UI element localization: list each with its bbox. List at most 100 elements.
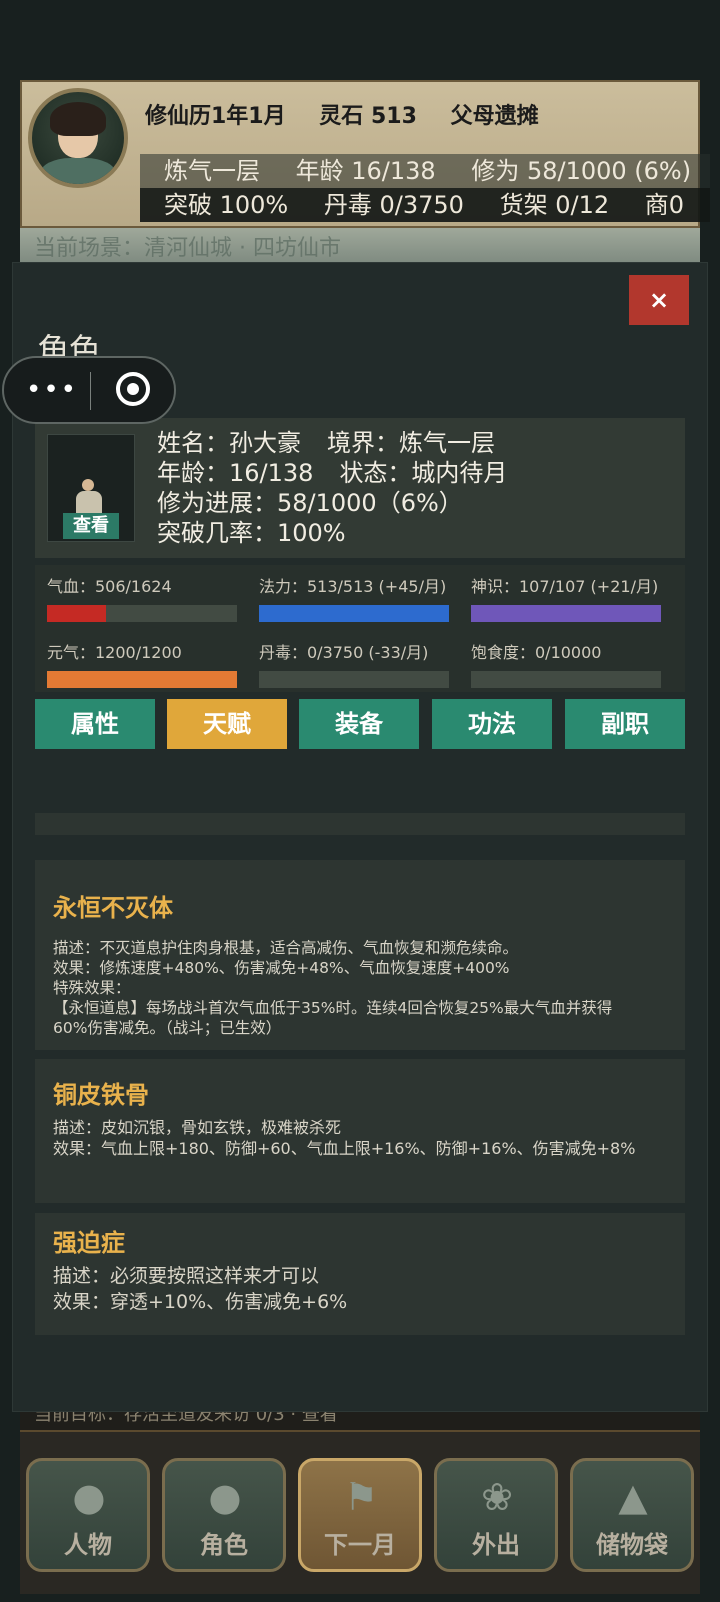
character-breakthrough-rate: 突破几率：100% bbox=[157, 519, 346, 547]
hud-row-date: 修仙历1年1月 灵石 513 父母遗摊 bbox=[145, 98, 565, 130]
nav-label: 角色 bbox=[200, 1531, 248, 1559]
stat-label: 神识：107/107 (+21/月) bbox=[471, 577, 659, 596]
more-options-icon[interactable]: ••• bbox=[26, 376, 78, 404]
tab-techniques[interactable]: 功法 bbox=[432, 699, 552, 749]
stat-hp: 气血：506/1624 bbox=[47, 573, 237, 622]
talent-card: 强迫症 描述：必须要按照这样来才可以 效果：穿透+10%、伤害减免+6% bbox=[35, 1213, 685, 1335]
hud-shelf: 货架 0/12 bbox=[499, 191, 610, 219]
character-portrait: 查看 bbox=[47, 434, 135, 542]
stat-bar bbox=[471, 605, 661, 622]
nav-label: 下一月 bbox=[324, 1531, 396, 1559]
talent-name: 铜皮铁骨 bbox=[53, 1081, 149, 1109]
talent-line: 描述：必须要按照这样来才可以 bbox=[53, 1265, 320, 1287]
view-button[interactable]: 查看 bbox=[63, 513, 119, 539]
avatar-robe bbox=[40, 158, 116, 184]
tab-bar: 属性 天赋 装备 功法 副职 bbox=[35, 699, 685, 749]
stat-bar bbox=[259, 605, 449, 622]
talent-description: 描述：必须要按照这样来才可以 效果：穿透+10%、伤害减免+6% bbox=[53, 1263, 673, 1315]
talent-name: 永恒不灭体 bbox=[53, 894, 173, 922]
stat-bar-fill bbox=[47, 671, 237, 688]
talent-line: 特殊效果： bbox=[53, 979, 131, 997]
character-status: 状态：城内待月 bbox=[339, 459, 508, 487]
portrait-figure-body bbox=[76, 491, 102, 515]
character-modal: × 角色 查看 姓名：孙大豪 境界：炼气一层 年龄：16/138 状态：城内待月 修… bbox=[13, 263, 707, 1411]
talent-line: 60%伤害减免。（战斗；已生效） bbox=[53, 1019, 282, 1037]
talent-line: 效果：修炼速度+480%、伤害减免+48%、气血恢复速度+400% bbox=[53, 959, 510, 977]
person-icon: ● bbox=[72, 1475, 106, 1519]
portrait-figure-head bbox=[82, 479, 94, 491]
hud-realm: 炼气一层 bbox=[164, 157, 260, 185]
character-icon: ● bbox=[208, 1475, 242, 1519]
hud-merchant: 商0 bbox=[644, 191, 685, 219]
hud-pill-toxin: 丹毒 0/3750 bbox=[323, 191, 464, 219]
nav-character-button[interactable]: ● 角色 bbox=[162, 1458, 286, 1572]
stat-vitality: 元气：1200/1200 bbox=[47, 639, 237, 688]
talent-card: 铜皮铁骨 描述：皮如沉银，骨如玄铁，极难被杀死 效果：气血上限+180、防御+6… bbox=[35, 1059, 685, 1203]
stat-bar-fill bbox=[471, 605, 661, 622]
status-hud: 修仙历1年1月 灵石 513 父母遗摊 炼气一层 年龄 16/138 修为 58… bbox=[20, 80, 710, 228]
flag-icon: ⚑ bbox=[343, 1475, 379, 1519]
stat-label: 法力：513/513 (+45/月) bbox=[259, 577, 447, 596]
stat-satiety: 饱食度：0/10000 bbox=[471, 639, 661, 688]
profile-info: 姓名：孙大豪 境界：炼气一层 年龄：16/138 状态：城内待月 修为进展：58/1… bbox=[157, 428, 507, 548]
stat-bar bbox=[47, 671, 237, 688]
stat-spirit-sense: 神识：107/107 (+21/月) bbox=[471, 573, 661, 622]
hud-row-stats: 突破 100% 丹毒 0/3750 货架 0/12 商0 名望 bbox=[140, 188, 710, 222]
hud-row-realm: 炼气一层 年龄 16/138 修为 58/1000 (6%) bbox=[140, 154, 710, 188]
nav-label: 外出 bbox=[472, 1531, 520, 1559]
talent-description: 描述：皮如沉银，骨如玄铁，极难被杀死 效果：气血上限+180、防御+60、气血上… bbox=[53, 1117, 673, 1159]
nav-next-month-button[interactable]: ⚑ 下一月 bbox=[298, 1458, 422, 1572]
stat-bar-fill bbox=[47, 605, 106, 622]
character-age: 年龄：16/138 bbox=[157, 459, 314, 487]
talent-line: 效果：穿透+10%、伤害减免+6% bbox=[53, 1291, 348, 1313]
character-name: 姓名：孙大豪 bbox=[157, 429, 301, 457]
tab-equipment[interactable]: 装备 bbox=[299, 699, 419, 749]
talent-line: 描述：皮如沉银，骨如玄铁，极难被杀死 bbox=[53, 1118, 342, 1137]
hud-cultivation: 修为 58/1000 (6%) bbox=[471, 157, 692, 185]
avatar-hair bbox=[50, 102, 106, 136]
stat-label: 气血：506/1624 bbox=[47, 577, 172, 596]
stat-mana: 法力：513/513 (+45/月) bbox=[259, 573, 449, 622]
talent-card: 永恒不灭体 描述：不灭道息护住肉身根基，适合高减伤、气血恢复和濒危续命。 效果：… bbox=[35, 860, 685, 1050]
bag-icon: ▲ bbox=[618, 1475, 648, 1519]
talent-description: 描述：不灭道息护住肉身根基，适合高减伤、气血恢复和濒危续命。 效果：修炼速度+4… bbox=[53, 938, 673, 1038]
stat-label: 元气：1200/1200 bbox=[47, 643, 182, 662]
character-progress: 修为进展：58/1000（6%） bbox=[157, 489, 463, 517]
nav-outing-button[interactable]: ❀ 外出 bbox=[434, 1458, 558, 1572]
bottom-nav: ● 人物 ● 角色 ⚑ 下一月 ❀ 外出 ▲ 储物袋 bbox=[20, 1432, 700, 1594]
nav-storage-bag-button[interactable]: ▲ 储物袋 bbox=[570, 1458, 694, 1572]
stat-label: 丹毒：0/3750 (-33/月) bbox=[259, 643, 429, 662]
stats-panel: 气血：506/1624 法力：513/513 (+45/月) 神识：107/10… bbox=[35, 565, 685, 692]
stat-bar bbox=[471, 671, 661, 688]
nav-person-button[interactable]: ● 人物 bbox=[26, 1458, 150, 1572]
tab-side-job[interactable]: 副职 bbox=[565, 699, 685, 749]
talent-line: 【永恒道息】每场战斗首次气血低于35%时。连续4回合恢复25%最大气血并获得 bbox=[53, 999, 613, 1017]
hud-date: 修仙历1年1月 bbox=[145, 104, 286, 129]
character-realm: 境界：炼气一层 bbox=[327, 429, 495, 457]
talent-line: 描述：不灭道息护住肉身根基，适合高减伤、气血恢复和濒危续命。 bbox=[53, 939, 519, 957]
lotus-icon: ❀ bbox=[481, 1475, 513, 1519]
close-app-icon[interactable] bbox=[116, 372, 150, 406]
profile-panel: 查看 姓名：孙大豪 境界：炼气一层 年龄：16/138 状态：城内待月 修为进展：5… bbox=[35, 418, 685, 558]
mini-program-capsule: ••• bbox=[2, 356, 176, 424]
stat-bar bbox=[259, 671, 449, 688]
tab-attributes[interactable]: 属性 bbox=[35, 699, 155, 749]
nav-label: 储物袋 bbox=[596, 1531, 668, 1559]
scene-strip: 当前场景：清河仙城 · 四坊仙市 bbox=[20, 228, 700, 264]
stat-bar-fill bbox=[259, 605, 449, 622]
nav-label: 人物 bbox=[64, 1531, 112, 1559]
tab-talents[interactable]: 天赋 bbox=[167, 699, 287, 749]
close-button[interactable]: × bbox=[629, 275, 689, 325]
player-avatar[interactable] bbox=[28, 88, 128, 188]
talent-line: 效果：气血上限+180、防御+60、气血上限+16%、防御+16%、伤害减免+8… bbox=[53, 1139, 636, 1158]
section-divider bbox=[35, 813, 685, 835]
hud-age: 年龄 16/138 bbox=[295, 157, 436, 185]
talent-name: 强迫症 bbox=[53, 1229, 125, 1257]
hud-breakthrough: 突破 100% bbox=[164, 191, 289, 219]
hud-spirit-stones: 灵石 513 bbox=[319, 104, 417, 129]
stat-label: 饱食度：0/10000 bbox=[471, 643, 602, 662]
stat-bar bbox=[47, 605, 237, 622]
hud-stall: 父母遗摊 bbox=[450, 104, 539, 129]
capsule-separator bbox=[90, 372, 91, 410]
scene-text: 当前场景：清河仙城 · 四坊仙市 bbox=[34, 236, 341, 261]
